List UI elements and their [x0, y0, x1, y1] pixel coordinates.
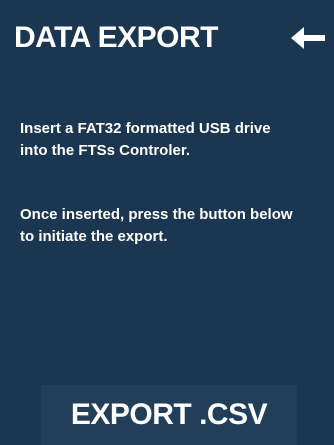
back-arrow-icon[interactable]: [291, 25, 325, 51]
export-instruction-text: Once inserted, press the button below to…: [20, 206, 293, 245]
page-title: DATA EXPORT: [14, 21, 218, 54]
data-export-screen: DATA EXPORT Insert a FAT32 formatted USB…: [0, 0, 334, 445]
usb-instruction-text: Insert a FAT32 formatted USB drive into …: [20, 120, 271, 159]
export-csv-button[interactable]: EXPORT .CSV: [41, 385, 297, 445]
